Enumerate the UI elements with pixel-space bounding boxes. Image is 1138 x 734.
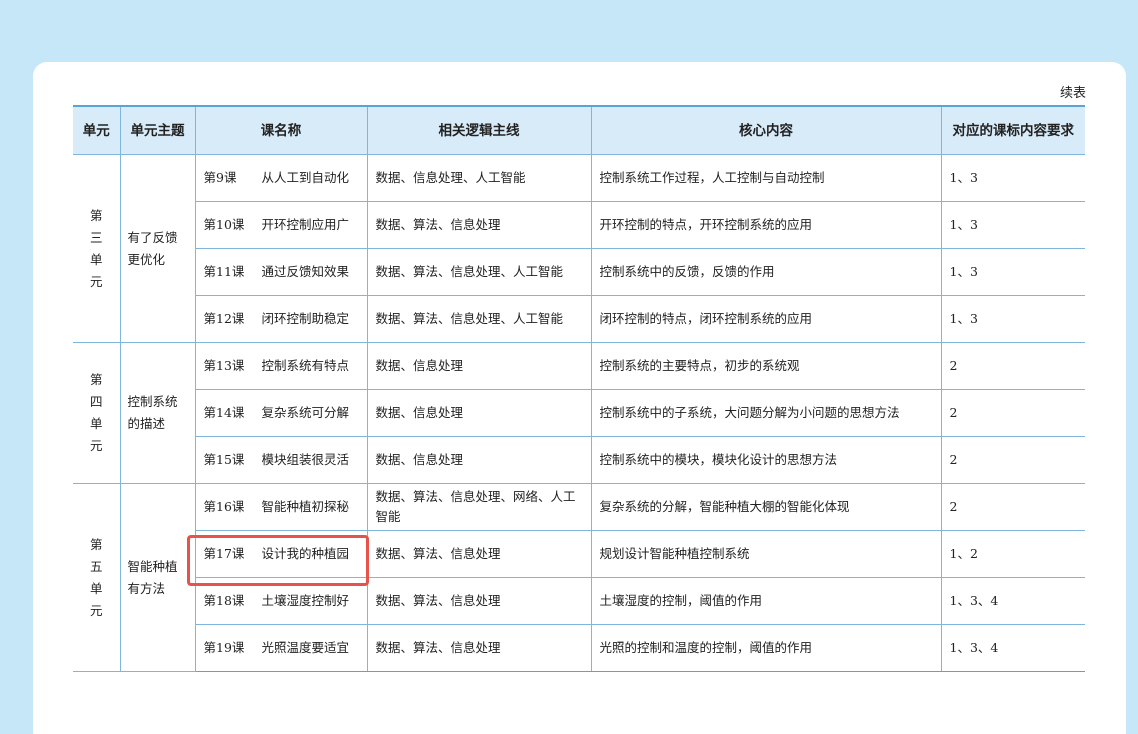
header-theme: 单元主题 <box>119 105 196 155</box>
curriculum-table: 单元 单元主题 课名称 相关逻辑主线 核心内容 对应的课标内容要求 第三单元 有… <box>73 105 1085 672</box>
logic-cell: 数据、算法、信息处理 <box>366 201 592 249</box>
header-unit: 单元 <box>73 105 121 155</box>
unit-cell: 第三单元 <box>73 154 121 343</box>
lesson-cell: 第12课 闭环控制助稳定 <box>195 295 368 343</box>
table-row: 第12课 闭环控制助稳定 数据、算法、信息处理、人工智能 闭环控制的特点，闭环控制… <box>73 295 1085 343</box>
logic-cell: 数据、信息处理 <box>366 436 592 484</box>
table-row: 第10课 开环控制应用广 数据、算法、信息处理 开环控制的特点，开环控制系统的应用… <box>73 201 1085 249</box>
core-cell: 开环控制的特点，开环控制系统的应用 <box>590 201 942 249</box>
highlight-box <box>187 535 369 586</box>
req-cell: 1、2 <box>940 530 1085 578</box>
req-cell: 1、3 <box>940 248 1085 296</box>
table-card: 续表 单元 单元主题 课名称 相关逻辑主线 核心内容 对应的课标内容要求 第 三… <box>33 62 1126 734</box>
lesson-cell: 第19课 光照温度要适宜 <box>195 624 368 672</box>
core-cell: 控制系统中的子系统，大问题分解为小问题的思想方法 <box>590 389 942 437</box>
core-cell: 规划设计智能种植控制系统 <box>590 530 942 578</box>
continued-label: 续表 <box>1059 86 1086 101</box>
req-cell: 2 <box>940 389 1085 437</box>
table-row: 第19课 光照温度要适宜 数据、算法、信息处理 光照的控制和温度的控制，阈值的作用… <box>73 624 1085 672</box>
core-cell: 控制系统的主要特点，初步的系统观 <box>590 342 942 390</box>
header-logic: 相关逻辑主线 <box>366 105 592 155</box>
lesson-cell: 第9课 从人工到自动化 <box>194 154 368 202</box>
table-row: 第五单元 智能种植 有方法 第16课 智能种植初探秘 数据、算法、信息处理、网络、人… <box>73 483 1085 672</box>
lesson-cell: 第16课 智能种植初探秘 <box>194 483 368 531</box>
logic-cell: 数据、算法、信息处理 <box>366 577 592 625</box>
table-row: 第11课 通过反馈知效果 数据、算法、信息处理、人工智能 控制系统中的反馈，反馈的… <box>73 248 1085 296</box>
header-core-content: 核心内容 <box>590 105 942 155</box>
header-standard-req: 对应的课标内容要求 <box>940 105 1085 155</box>
unit-cell: 第四单元 <box>73 342 121 484</box>
req-cell: 1、3 <box>940 201 1085 249</box>
table-row: 第15课 模块组装很灵活 数据、信息处理 控制系统中的模块，模块化设计的思想方法 … <box>73 436 1085 484</box>
req-cell: 1、3 <box>940 154 1085 202</box>
core-cell: 光照的控制和温度的控制，阈值的作用 <box>590 624 942 672</box>
table-row: 第三单元 有了反馈 更优化 第9课 从人工到自动化 数据、信息处理、人工智能 控制系… <box>73 154 1085 343</box>
core-cell: 土壤湿度的控制，阈值的作用 <box>590 577 942 625</box>
core-cell: 控制系统中的反馈，反馈的作用 <box>590 248 942 296</box>
table-row: 第14课 复杂系统可分解 数据、信息处理 控制系统中的子系统，大问题分解为小问题的… <box>73 389 1085 437</box>
theme-cell: 有了反馈 更优化 <box>119 154 196 343</box>
table-row: 第四单元 控制系统 的描述 第13课 控制系统有特点 数据、信息处理 控制系统的主要… <box>73 342 1085 484</box>
req-cell: 2 <box>940 483 1085 531</box>
logic-cell: 数据、信息处理 <box>366 342 592 390</box>
logic-cell: 数据、信息处理 <box>366 389 592 437</box>
req-cell: 1、3、4 <box>940 577 1085 625</box>
req-cell: 2 <box>940 436 1085 484</box>
lesson-cell: 第14课 复杂系统可分解 <box>195 389 368 437</box>
theme-cell: 控制系统 的描述 <box>119 342 196 484</box>
core-cell: 控制系统中的模块，模块化设计的思想方法 <box>590 436 942 484</box>
unit-cell: 第五单元 <box>73 483 121 672</box>
theme-cell: 智能种植 有方法 <box>119 483 196 672</box>
core-cell: 控制系统工作过程，人工控制与自动控制 <box>590 154 942 202</box>
req-cell: 1、3、4 <box>940 624 1085 672</box>
logic-cell: 数据、算法、信息处理 <box>366 530 592 578</box>
req-cell: 1、3 <box>940 295 1085 343</box>
lesson-cell: 第13课 控制系统有特点 <box>194 342 368 390</box>
logic-cell: 数据、算法、信息处理、人工智能 <box>366 248 592 296</box>
logic-cell: 数据、算法、信息处理 <box>366 624 592 672</box>
header-lesson-name: 课名称 <box>194 105 368 155</box>
logic-cell: 数据、算法、信息处理、人工智能 <box>366 295 592 343</box>
req-cell: 2 <box>940 342 1085 390</box>
core-cell: 闭环控制的特点，闭环控制系统的应用 <box>590 295 942 343</box>
logic-cell: 数据、信息处理、人工智能 <box>366 154 592 202</box>
logic-cell: 数据、算法、信息处理、网络、人工智能 <box>366 483 592 531</box>
header-row: 单元 单元主题 课名称 相关逻辑主线 核心内容 对应的课标内容要求 <box>73 105 1085 155</box>
lesson-cell: 第15课 模块组装很灵活 <box>195 436 368 484</box>
core-cell: 复杂系统的分解，智能种植大棚的智能化体现 <box>590 483 942 531</box>
lesson-cell: 第11课 通过反馈知效果 <box>195 248 368 296</box>
lesson-cell: 第10课 开环控制应用广 <box>195 201 368 249</box>
